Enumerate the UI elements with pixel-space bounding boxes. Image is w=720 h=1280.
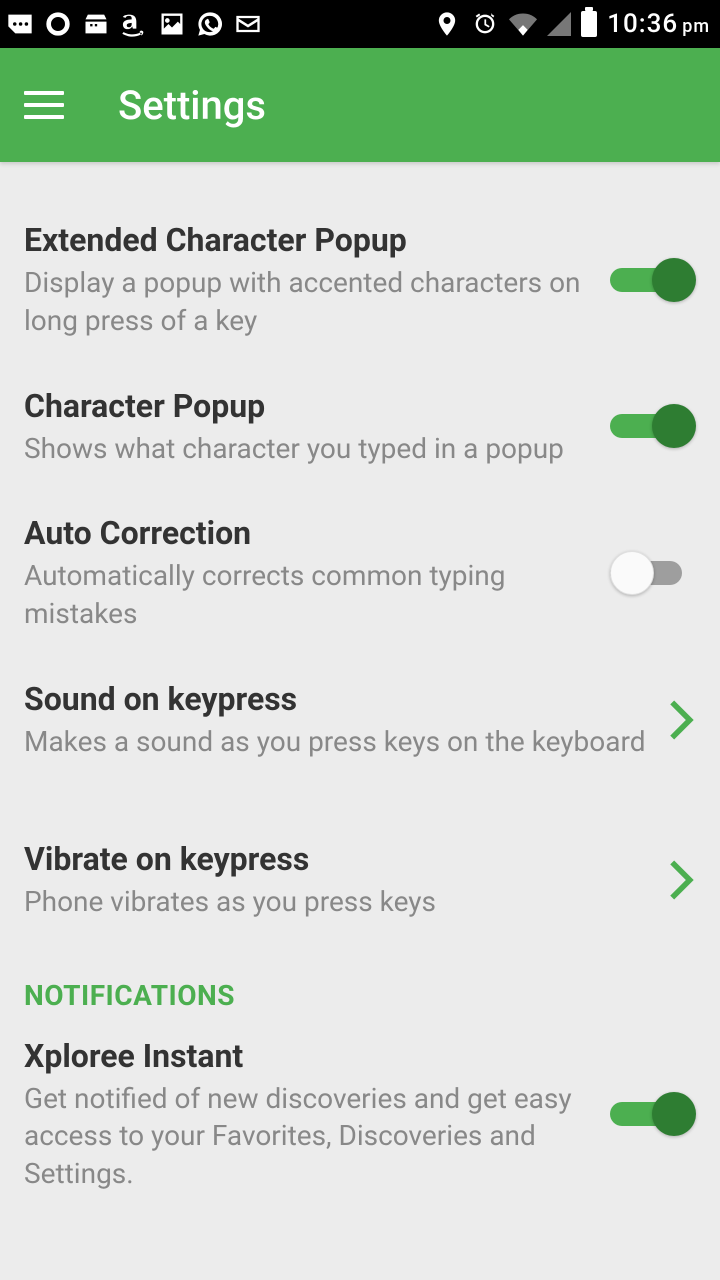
status-left — [6, 10, 262, 38]
location-icon — [433, 10, 461, 38]
alarm-icon — [471, 10, 499, 38]
status-time: 10:36pm — [607, 9, 710, 39]
setting-sub: Display a popup with accented characters… — [24, 264, 594, 340]
signal-icon — [547, 12, 571, 36]
setting-title: Extended Character Popup — [24, 220, 594, 260]
setting-extended-char-popup[interactable]: Extended Character Popup Display a popup… — [0, 202, 720, 368]
setting-title: Xploree Instant — [24, 1036, 594, 1076]
toggle-extended-char-popup[interactable] — [610, 258, 696, 302]
battery-icon — [581, 11, 597, 37]
circle-icon — [44, 10, 72, 38]
calendar-icon — [82, 10, 110, 38]
setting-sub: Makes a sound as you press keys on the k… — [24, 723, 650, 761]
toggle-auto-correction[interactable] — [610, 551, 696, 595]
setting-title: Character Popup — [24, 386, 594, 426]
setting-sub: Automatically corrects common typing mis… — [24, 557, 594, 633]
chevron-right-icon — [666, 698, 696, 742]
setting-xploree-instant[interactable]: Xploree Instant Get notified of new disc… — [0, 1018, 720, 1221]
setting-sound-on-keypress[interactable]: Sound on keypress Makes a sound as you p… — [0, 661, 720, 789]
setting-vibrate-on-keypress[interactable]: Vibrate on keypress Phone vibrates as yo… — [0, 789, 720, 949]
wifi-icon — [509, 10, 537, 38]
setting-character-popup[interactable]: Character Popup Shows what character you… — [0, 368, 720, 496]
more-notif-icon — [6, 10, 34, 38]
setting-auto-correction[interactable]: Auto Correction Automatically corrects c… — [0, 495, 720, 661]
mail-icon — [234, 10, 262, 38]
toggle-character-popup[interactable] — [610, 404, 696, 448]
setting-sub: Shows what character you typed in a popu… — [24, 430, 594, 468]
menu-button[interactable] — [24, 91, 64, 119]
app-bar: Settings — [0, 48, 720, 162]
setting-sub: Get notified of new discoveries and get … — [24, 1080, 594, 1193]
photo-icon — [158, 10, 186, 38]
setting-title: Auto Correction — [24, 513, 594, 553]
setting-title: Sound on keypress — [24, 679, 650, 719]
whatsapp-icon — [196, 10, 224, 38]
settings-list[interactable]: Extended Character Popup Display a popup… — [0, 162, 720, 1280]
setting-title: Vibrate on keypress — [24, 839, 650, 879]
toggle-xploree-instant[interactable] — [610, 1092, 696, 1136]
page-title: Settings — [118, 82, 266, 129]
status-right: 10:36pm — [433, 9, 710, 39]
setting-sub: Phone vibrates as you press keys — [24, 883, 650, 921]
chevron-right-icon — [666, 858, 696, 902]
amazon-icon — [120, 10, 148, 38]
status-bar: 10:36pm — [0, 0, 720, 48]
section-notifications: NOTIFICATIONS — [0, 949, 720, 1018]
